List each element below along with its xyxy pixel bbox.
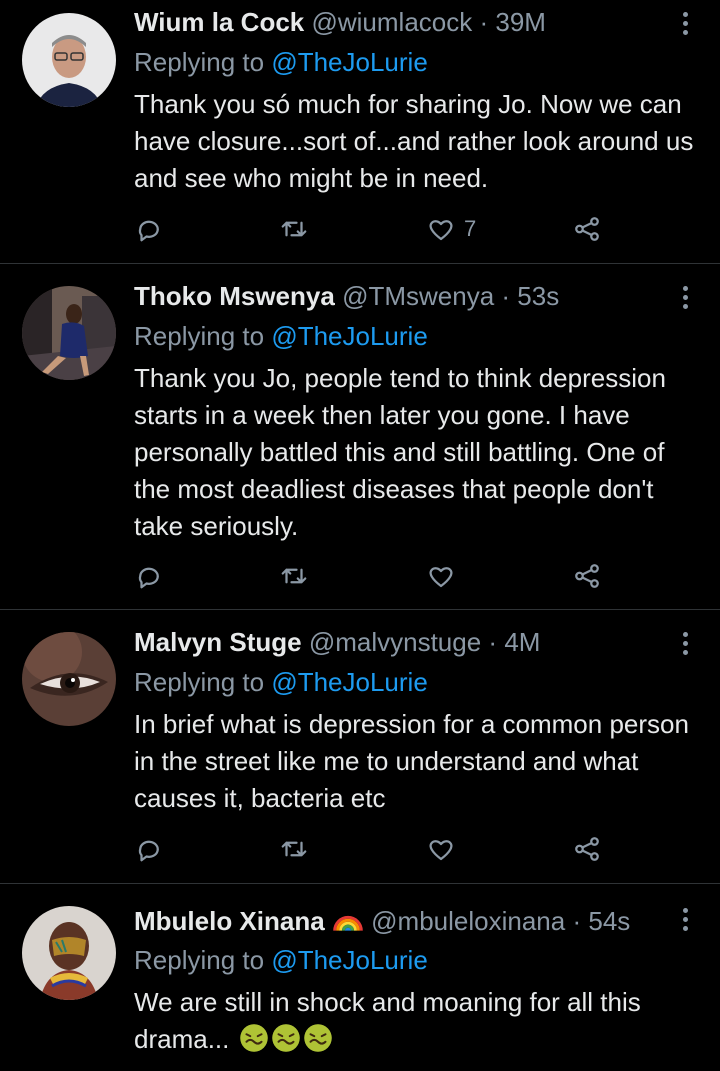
display-name[interactable]: Thoko Mswenya — [134, 281, 335, 311]
tweet-actions — [134, 832, 614, 866]
display-name[interactable]: Wium la Cock — [134, 7, 304, 37]
share-icon — [575, 217, 599, 241]
display-name[interactable]: Malvyn Stuge — [134, 627, 302, 657]
reply-to-handle[interactable]: @TheJoLurie — [271, 47, 427, 77]
avatar[interactable] — [22, 906, 116, 1000]
more-vertical-icon[interactable] — [672, 628, 698, 658]
heart-icon — [429, 840, 453, 861]
like-button[interactable]: 7 — [426, 212, 476, 246]
more-vertical-icon[interactable] — [672, 282, 698, 312]
like-button[interactable] — [426, 559, 464, 593]
replying-to-label: Replying to — [134, 321, 265, 351]
avatar[interactable] — [22, 13, 116, 107]
tweet-header: Wium la Cock @wiumlacock · 39M — [134, 6, 670, 38]
like-count: 7 — [464, 216, 477, 241]
share-icon — [575, 837, 599, 861]
avatar[interactable] — [22, 286, 116, 380]
replying-to: Replying to @TheJoLurie — [134, 46, 428, 78]
retweet-button[interactable] — [279, 832, 309, 866]
replying-to-label: Replying to — [134, 667, 265, 697]
heart-icon — [429, 220, 453, 241]
user-handle[interactable]: @malvynstuge — [309, 627, 481, 657]
heart-icon — [429, 567, 453, 588]
tweet[interactable]: Mbulelo Xinana @mbuleloxinana · 54s Repl… — [0, 884, 720, 1071]
reply-icon — [138, 840, 159, 862]
share-button[interactable] — [572, 559, 602, 593]
rainbow-emoji — [333, 915, 363, 932]
more-vertical-icon[interactable] — [672, 8, 698, 38]
avatar[interactable] — [22, 632, 116, 726]
replying-to: Replying to @TheJoLurie — [134, 944, 428, 976]
tweet-actions — [134, 559, 614, 593]
tweet-text: Thank you só much for sharing Jo. Now we… — [134, 89, 694, 193]
user-handle[interactable]: @wiumlacock — [311, 7, 472, 37]
retweet-icon — [281, 841, 307, 857]
separator: · — [572, 906, 582, 936]
retweet-button[interactable] — [279, 559, 309, 593]
reply-button[interactable] — [134, 212, 164, 246]
display-name[interactable]: Mbulelo Xinana — [134, 906, 325, 936]
reply-button[interactable] — [134, 832, 164, 866]
share-button[interactable] — [572, 832, 602, 866]
tweet[interactable]: Wium la Cock @wiumlacock · 39M Replying … — [0, 0, 720, 263]
separator: · — [501, 281, 511, 311]
replying-to-label: Replying to — [134, 47, 265, 77]
tweet-body: We are still in shock and moaning for al… — [134, 984, 704, 1058]
tweet-header: Thoko Mswenya @TMswenya · 53s — [134, 280, 670, 312]
tweet-text: Thank you Jo, people tend to think depre… — [134, 363, 666, 541]
reply-to-handle[interactable]: @TheJoLurie — [271, 321, 427, 351]
reply-button[interactable] — [134, 559, 164, 593]
tweet-header: Mbulelo Xinana @mbuleloxinana · 54s — [134, 904, 670, 937]
more-vertical-icon[interactable] — [672, 904, 698, 934]
tweet[interactable]: Thoko Mswenya @TMswenya · 53s Replying t… — [0, 264, 720, 609]
separator: · — [488, 627, 498, 657]
retweet-icon — [281, 568, 307, 584]
tweet-actions: 7 — [134, 212, 614, 246]
timestamp[interactable]: 4M — [504, 627, 540, 657]
share-icon — [575, 564, 599, 588]
separator: · — [479, 7, 489, 37]
timestamp[interactable]: 54s — [588, 906, 630, 936]
user-handle[interactable]: @mbuleloxinana — [371, 906, 565, 936]
retweet-icon — [281, 221, 307, 237]
tweet[interactable]: Malvyn Stuge @malvynstuge · 4M Replying … — [0, 610, 720, 883]
nauseated-face-emoji — [239, 1024, 268, 1052]
tweet-text: We are still in shock and moaning for al… — [134, 987, 641, 1054]
share-button[interactable] — [572, 212, 602, 246]
like-button[interactable] — [426, 832, 464, 866]
retweet-button[interactable] — [279, 212, 309, 246]
replying-to-label: Replying to — [134, 945, 265, 975]
reply-to-handle[interactable]: @TheJoLurie — [271, 667, 427, 697]
timestamp[interactable]: 39M — [495, 7, 546, 37]
nauseated-face-emoji — [271, 1024, 300, 1052]
tweet-header: Malvyn Stuge @malvynstuge · 4M — [134, 626, 670, 658]
user-handle[interactable]: @TMswenya — [342, 281, 494, 311]
nauseated-face-emoji — [303, 1024, 332, 1052]
tweet-text: In brief what is depression for a common… — [134, 709, 689, 813]
replying-to: Replying to @TheJoLurie — [134, 666, 428, 698]
reply-icon — [138, 567, 159, 589]
reply-icon — [138, 220, 159, 242]
timestamp[interactable]: 53s — [517, 281, 559, 311]
reply-to-handle[interactable]: @TheJoLurie — [271, 945, 427, 975]
replying-to: Replying to @TheJoLurie — [134, 320, 428, 352]
